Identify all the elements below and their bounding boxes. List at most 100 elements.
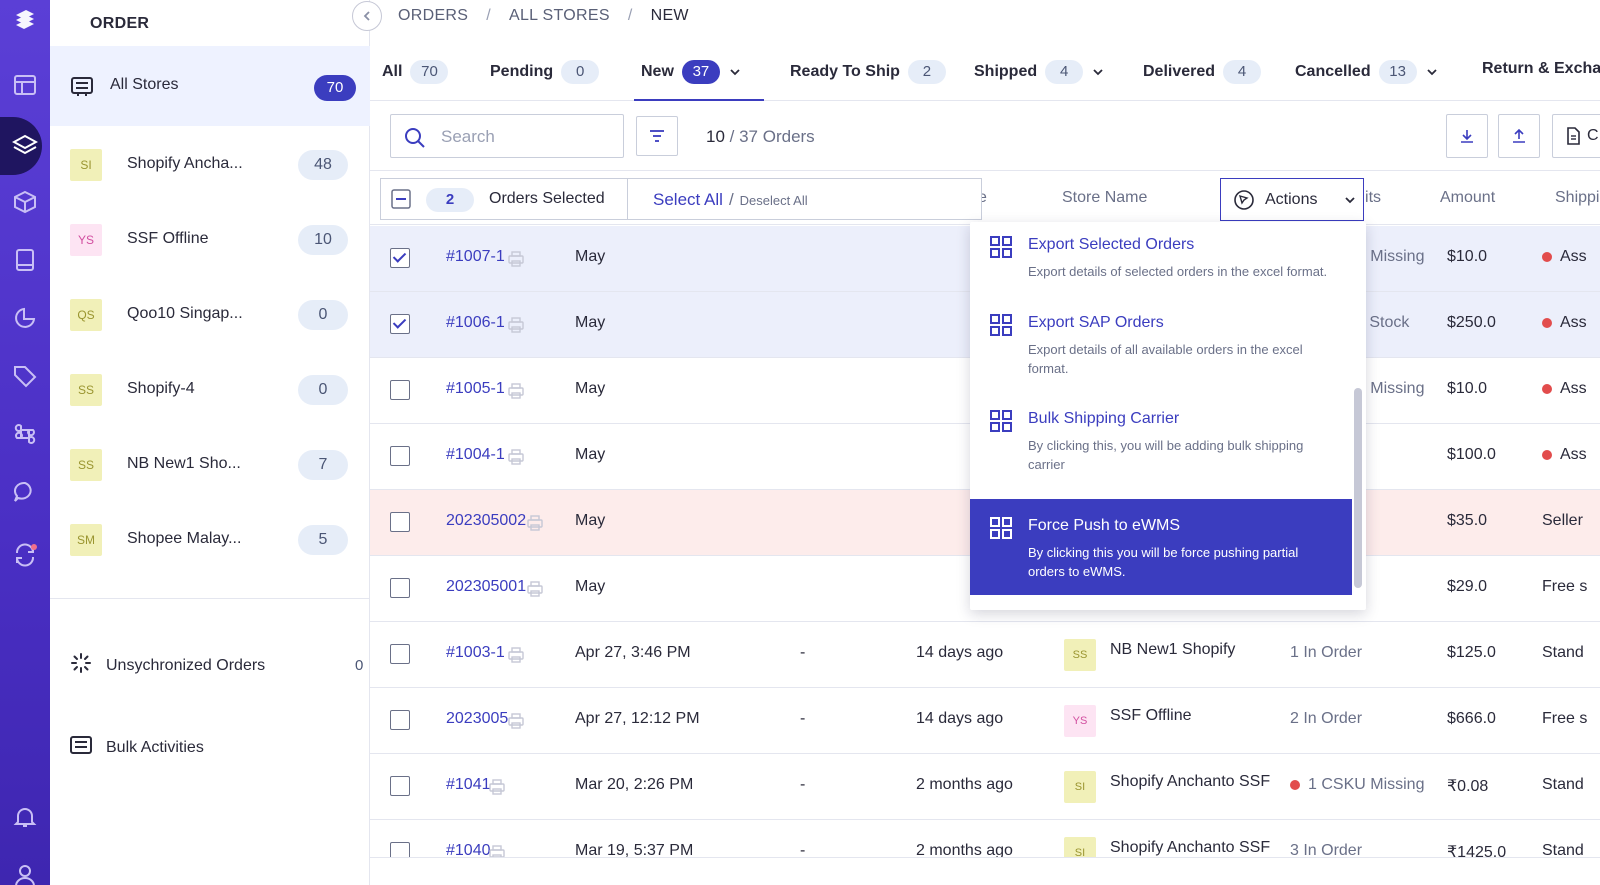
order-count-total: 37 Orders bbox=[739, 127, 815, 146]
printer-icon[interactable] bbox=[526, 514, 544, 537]
order-id-link[interactable]: 202305002 bbox=[446, 512, 526, 530]
command-icon[interactable] bbox=[0, 414, 50, 454]
order-id-link[interactable]: #1003-1 bbox=[446, 644, 505, 662]
tab-label: Ready To Ship bbox=[790, 63, 900, 80]
printer-icon[interactable] bbox=[488, 778, 506, 801]
table-row[interactable]: #1003-1 Apr 27, 3:46 PM - 14 days ago SS… bbox=[370, 622, 1600, 688]
create-button[interactable]: C bbox=[1552, 114, 1600, 158]
table-row[interactable]: #1041 Mar 20, 2:26 PM - 2 months ago SI … bbox=[370, 754, 1600, 820]
sidebar-item-all-stores[interactable]: All Stores 70 bbox=[50, 46, 370, 126]
sidebar-store-item[interactable]: SS NB New1 Sho... 7 bbox=[50, 435, 370, 495]
user-icon[interactable] bbox=[0, 855, 50, 885]
sidebar-store-item[interactable]: SI Shopify Ancha... 48 bbox=[50, 135, 370, 195]
dropdown-item[interactable]: Bulk Shipping Carrier By clicking this, … bbox=[970, 410, 1352, 474]
column-header-store[interactable]: Store Name bbox=[1062, 189, 1147, 207]
breadcrumb-all-stores[interactable]: ALL STORES bbox=[509, 7, 610, 25]
table-row[interactable]: 2023005 Apr 27, 12:12 PM - 14 days ago Y… bbox=[370, 688, 1600, 754]
sidebar-store-item[interactable]: QS Qoo10 Singap... 0 bbox=[50, 285, 370, 345]
printer-icon[interactable] bbox=[526, 580, 544, 603]
filter-button[interactable] bbox=[636, 116, 678, 156]
download-button[interactable] bbox=[1446, 114, 1488, 158]
tab-count: 13 bbox=[1378, 60, 1417, 84]
row-checkbox[interactable] bbox=[390, 776, 410, 796]
row-checkbox[interactable] bbox=[390, 314, 410, 334]
row-checkbox[interactable] bbox=[390, 578, 410, 598]
row-checkbox[interactable] bbox=[390, 710, 410, 730]
tag-icon[interactable] bbox=[0, 356, 50, 396]
box-icon[interactable] bbox=[0, 182, 50, 222]
deselect-all-link[interactable]: Deselect All bbox=[740, 193, 808, 208]
book-icon[interactable] bbox=[0, 240, 50, 280]
tab-label: Return & Exchan bbox=[1482, 60, 1600, 77]
sidebar-item-bulk-activities[interactable]: Bulk Activities bbox=[70, 734, 204, 761]
collapse-sidebar-button[interactable] bbox=[352, 1, 382, 31]
tab-all[interactable]: All 70 bbox=[382, 60, 449, 84]
printer-icon[interactable] bbox=[507, 316, 525, 339]
upload-icon bbox=[1513, 128, 1525, 143]
grid-icon bbox=[990, 236, 1012, 263]
tab-new[interactable]: New 37 bbox=[641, 60, 742, 84]
sidebar-divider bbox=[50, 598, 370, 599]
tab-shipped[interactable]: Shipped 4 bbox=[974, 60, 1105, 84]
order-id-link[interactable]: #1005-1 bbox=[446, 380, 505, 398]
row-checkbox[interactable] bbox=[390, 248, 410, 268]
pie-chart-icon[interactable] bbox=[0, 298, 50, 338]
breadcrumb-separator: / bbox=[486, 7, 492, 24]
orders-toolbar: Search 10 / 37 Orders C bbox=[370, 101, 1600, 171]
store-sidebar: ORDER All Stores 70 SI Shopify Ancha... … bbox=[50, 0, 370, 885]
dropdown-item[interactable]: Export SAP Orders Export details of all … bbox=[970, 314, 1352, 378]
sync-icon[interactable] bbox=[0, 535, 50, 575]
shipping-text: Stand bbox=[1542, 776, 1584, 793]
tab-delivered[interactable]: Delivered 4 bbox=[1143, 60, 1262, 84]
search-input[interactable]: Search bbox=[390, 114, 624, 158]
printer-icon[interactable] bbox=[507, 646, 525, 669]
dropdown-scrollbar[interactable] bbox=[1354, 388, 1362, 588]
chat-icon[interactable] bbox=[0, 472, 50, 512]
printer-icon[interactable] bbox=[507, 712, 525, 735]
shipping-text: Ass bbox=[1560, 248, 1587, 265]
sidebar-store-item[interactable]: YS SSF Offline 10 bbox=[50, 210, 370, 270]
order-id-link[interactable]: 202305001 bbox=[446, 578, 526, 596]
logo-icon[interactable] bbox=[0, 0, 50, 40]
tab-pending[interactable]: Pending 0 bbox=[490, 60, 600, 84]
column-header-shipping[interactable]: Shippi bbox=[1555, 189, 1599, 207]
breadcrumb-orders[interactable]: ORDERS bbox=[398, 7, 468, 25]
grid-icon bbox=[990, 314, 1012, 341]
order-id-link[interactable]: #1004-1 bbox=[446, 446, 505, 464]
bell-icon[interactable] bbox=[0, 797, 50, 837]
actions-button[interactable]: Actions bbox=[1220, 178, 1364, 221]
sidebar-store-item[interactable]: SM Shopee Malay... 5 bbox=[50, 510, 370, 570]
sidebar-item-unsynchronized[interactable]: Unsychronized Orders 0 bbox=[70, 652, 370, 679]
grid-icon bbox=[990, 517, 1012, 544]
count-badge: 0 bbox=[298, 375, 348, 405]
count-badge: 0 bbox=[298, 300, 348, 330]
column-header-amount[interactable]: Amount bbox=[1440, 189, 1495, 207]
layout-icon[interactable] bbox=[0, 65, 50, 105]
order-id-link[interactable]: #1041 bbox=[446, 776, 491, 794]
dropdown-item[interactable]: Force Push to eWMS By clicking this you … bbox=[970, 499, 1352, 595]
upload-button[interactable] bbox=[1498, 114, 1540, 158]
select-all-checkbox[interactable] bbox=[391, 189, 411, 214]
store-avatar: YS bbox=[70, 224, 102, 256]
row-checkbox[interactable] bbox=[390, 380, 410, 400]
order-id-link[interactable]: #1007-1 bbox=[446, 248, 505, 266]
printer-icon[interactable] bbox=[507, 448, 525, 471]
tab-ready-to-ship[interactable]: Ready To Ship 2 bbox=[790, 60, 946, 84]
dropdown-item[interactable]: Export Selected Orders Export details of… bbox=[970, 236, 1352, 281]
amount: $125.0 bbox=[1447, 644, 1496, 661]
sidebar-store-item[interactable]: SS Shopify-4 0 bbox=[50, 360, 370, 420]
tab-cancelled[interactable]: Cancelled 13 bbox=[1295, 60, 1439, 84]
row-checkbox[interactable] bbox=[390, 512, 410, 532]
row-checkbox[interactable] bbox=[390, 446, 410, 466]
select-all-link[interactable]: Select All bbox=[653, 190, 723, 210]
order-id-link[interactable]: #1006-1 bbox=[446, 314, 505, 332]
store-name: Shopify-4 bbox=[127, 380, 195, 397]
printer-icon[interactable] bbox=[507, 382, 525, 405]
tab-return-exchange[interactable]: Return & Exchan bbox=[1482, 60, 1600, 78]
row-checkbox[interactable] bbox=[390, 644, 410, 664]
layers-icon[interactable] bbox=[0, 126, 50, 166]
order-id-link[interactable]: 2023005 bbox=[446, 710, 508, 728]
slash-separator: / bbox=[728, 190, 734, 209]
shipping-text: Seller bbox=[1542, 512, 1583, 529]
printer-icon[interactable] bbox=[507, 250, 525, 273]
